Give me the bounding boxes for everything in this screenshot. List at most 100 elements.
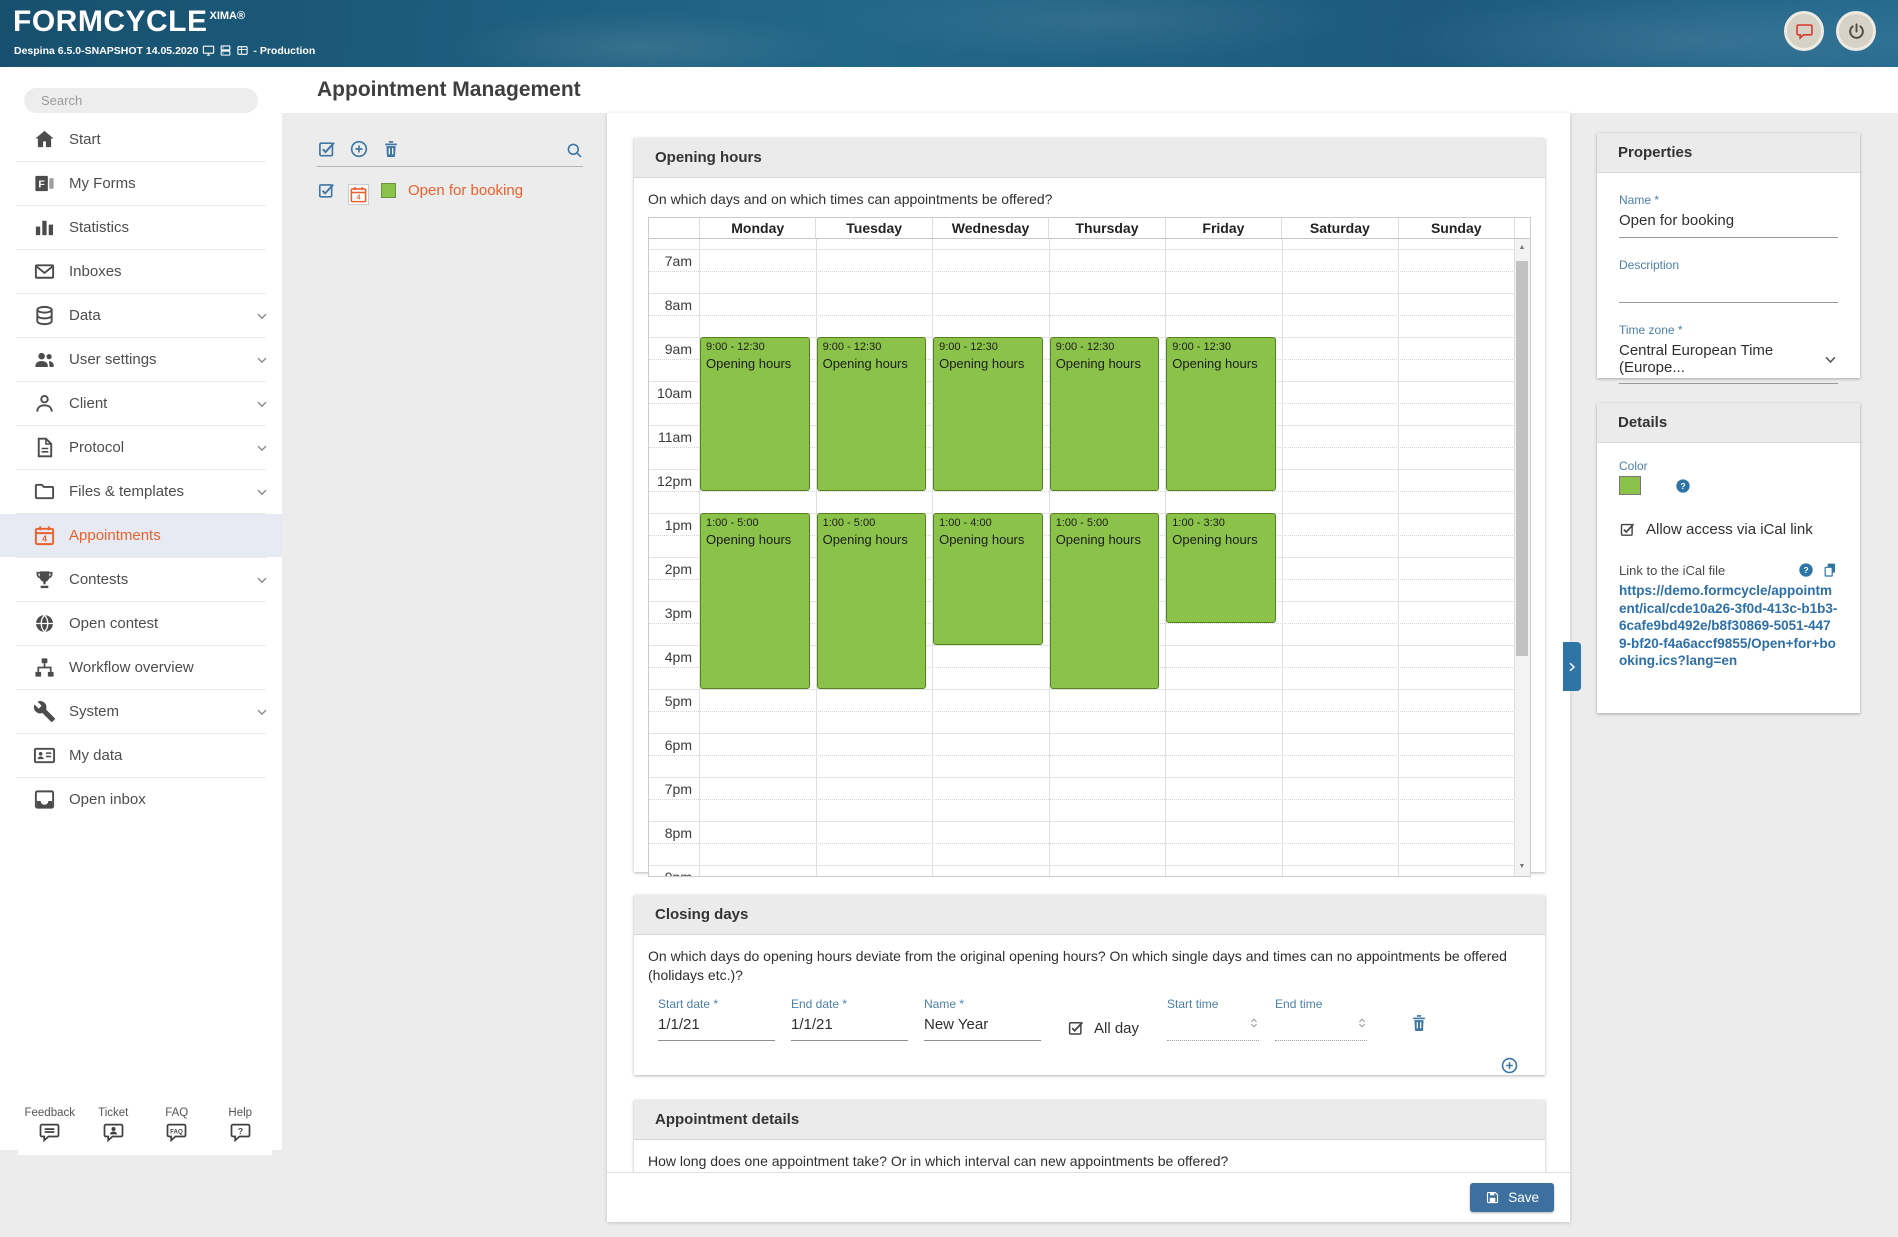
sidebar-item-workflow-overview[interactable]: Workflow overview xyxy=(0,646,282,689)
end-date-field[interactable]: End date * 1/1/21 xyxy=(791,997,908,1041)
sidebar-item-my-data[interactable]: My data xyxy=(0,734,282,777)
name-field[interactable]: Name * New Year xyxy=(924,997,1041,1041)
half-hour-line xyxy=(649,755,1515,756)
appointment-details-question: How long does one appointment take? Or i… xyxy=(648,1152,1531,1171)
calendar-event[interactable]: 9:00 - 12:30Opening hours xyxy=(817,337,927,491)
time-label: 11am xyxy=(649,429,692,445)
calendar-event[interactable]: 9:00 - 12:30Opening hours xyxy=(1050,337,1160,491)
sidebar-item-client[interactable]: Client xyxy=(0,382,282,425)
event-time: 9:00 - 12:30 xyxy=(706,340,804,355)
sidebar-item-appointments[interactable]: 4Appointments xyxy=(0,514,282,557)
spinner-icon[interactable] xyxy=(1247,1016,1261,1038)
scroll-down-button[interactable]: ▼ xyxy=(1515,860,1529,874)
ical-link[interactable]: https://demo.formcycle/appointment/ical/… xyxy=(1619,582,1838,670)
list-search-button[interactable] xyxy=(565,141,584,160)
footer-faq-button[interactable]: FAQFAQ xyxy=(145,1096,209,1155)
sidebar-item-label: My data xyxy=(69,747,122,764)
event-time: 1:00 - 5:00 xyxy=(1056,516,1154,531)
search-input[interactable] xyxy=(39,92,183,109)
select-all-button[interactable] xyxy=(317,139,337,159)
sidebar-footer: FeedbackTicketFAQFAQHelp? xyxy=(18,1096,272,1155)
expand-panel-tab[interactable] xyxy=(1563,642,1581,691)
end-time-input[interactable] xyxy=(1275,1016,1367,1041)
sidebar-item-files-templates[interactable]: Files & templates xyxy=(0,470,282,513)
version-text: Despina 6.5.0-SNAPSHOT 14.05.2020 xyxy=(14,45,198,57)
feedback-chat-button[interactable] xyxy=(1784,11,1824,51)
calendar-body[interactable]: 7am8am9am10am11am12pm1pm2pm3pm4pm5pm6pm7… xyxy=(649,239,1530,876)
calendar-event[interactable]: 1:00 - 5:00Opening hours xyxy=(817,513,927,689)
copy-link-icon[interactable] xyxy=(1822,562,1838,578)
scroll-up-button[interactable]: ▲ xyxy=(1515,241,1529,255)
start-date-input[interactable]: 1/1/21 xyxy=(658,1016,775,1041)
calendar-event[interactable]: 9:00 - 12:30Opening hours xyxy=(700,337,810,491)
appointment-list-item[interactable]: 4 Open for booking xyxy=(317,176,523,205)
color-swatch[interactable] xyxy=(1619,476,1641,495)
sidebar-item-start[interactable]: Start xyxy=(0,118,282,161)
start-date-field[interactable]: Start date * 1/1/21 xyxy=(658,997,775,1041)
sidebar-item-protocol[interactable]: Protocol xyxy=(0,426,282,469)
footer-ticket-button[interactable]: Ticket xyxy=(82,1096,146,1155)
details-panel: Details Color ? Allow access via iCal li… xyxy=(1597,403,1860,713)
ical-access-checkbox[interactable]: Allow access via iCal link xyxy=(1619,521,1838,538)
all-day-checkbox[interactable]: All day xyxy=(1067,1019,1139,1037)
sidebar-item-system[interactable]: System xyxy=(0,690,282,733)
scroll-thumb[interactable] xyxy=(1516,261,1528,656)
calendar-event[interactable]: 1:00 - 5:00Opening hours xyxy=(700,513,810,689)
link-help-icon[interactable]: ? xyxy=(1798,562,1814,578)
timezone-value: Central European Time (Europe... xyxy=(1619,342,1823,376)
end-date-input[interactable]: 1/1/21 xyxy=(791,1016,908,1041)
color-help-icon[interactable]: ? xyxy=(1675,478,1691,494)
start-time-field[interactable]: Start time xyxy=(1167,997,1259,1041)
monitor-icon xyxy=(202,44,215,57)
day-header-monday: Monday xyxy=(699,218,815,238)
sidebar-item-label: Contests xyxy=(69,571,128,588)
delete-list-button[interactable] xyxy=(381,139,401,159)
footer-help-button[interactable]: Help? xyxy=(209,1096,273,1155)
time-label: 9am xyxy=(649,341,692,357)
calendar-event[interactable]: 1:00 - 5:00Opening hours xyxy=(1050,513,1160,689)
footer-feedback-button[interactable]: Feedback xyxy=(18,1096,82,1155)
svg-text:4: 4 xyxy=(357,194,361,202)
event-label: Opening hours xyxy=(1056,355,1154,372)
timezone-property-field[interactable]: Time zone * Central European Time (Europ… xyxy=(1619,323,1838,384)
sidebar-item-my-forms[interactable]: FMy Forms xyxy=(0,162,282,205)
event-label: Opening hours xyxy=(706,355,804,372)
calendar-event[interactable]: 9:00 - 12:30Opening hours xyxy=(933,337,1043,491)
sidebar-search[interactable] xyxy=(24,88,258,113)
save-floppy-icon xyxy=(1485,1190,1500,1205)
calendar-scrollbar[interactable]: ▲▼ xyxy=(1514,239,1530,876)
delete-row-button[interactable] xyxy=(1409,1013,1429,1033)
svg-text:?: ? xyxy=(238,1126,243,1136)
item-checkbox-icon[interactable] xyxy=(317,181,336,200)
add-appointment-list-button[interactable] xyxy=(349,139,369,159)
calendar-event[interactable]: 9:00 - 12:30Opening hours xyxy=(1166,337,1276,491)
timezone-select[interactable]: Central European Time (Europe... xyxy=(1619,340,1838,384)
name-input[interactable]: New Year xyxy=(924,1016,1041,1041)
description-property-field[interactable]: Description xyxy=(1619,258,1838,303)
logout-button[interactable] xyxy=(1836,11,1876,51)
calendar-event[interactable]: 1:00 - 3:30Opening hours xyxy=(1166,513,1276,623)
description-property-input[interactable] xyxy=(1619,275,1838,303)
name-property-input[interactable]: Open for booking xyxy=(1619,210,1838,238)
sidebar-item-label: Files & templates xyxy=(69,483,184,500)
formcycle-logo: FORMCYCLEXIMA® xyxy=(13,5,245,39)
spinner-icon[interactable] xyxy=(1355,1016,1369,1038)
hour-line xyxy=(649,689,1515,690)
sidebar-item-inboxes[interactable]: Inboxes xyxy=(0,250,282,293)
sidebar-item-user-settings[interactable]: User settings xyxy=(0,338,282,381)
end-time-field[interactable]: End time xyxy=(1275,997,1367,1041)
sidebar-item-contests[interactable]: Contests xyxy=(0,558,282,601)
name-property-field[interactable]: Name * Open for booking xyxy=(1619,193,1838,238)
sidebar-item-open-inbox[interactable]: Open inbox xyxy=(0,778,282,821)
save-button[interactable]: Save xyxy=(1470,1183,1554,1212)
cards-scroll-area[interactable]: Opening hours On which days and on which… xyxy=(607,113,1570,1173)
start-time-input[interactable] xyxy=(1167,1016,1259,1041)
sidebar-item-open-contest[interactable]: Open contest xyxy=(0,602,282,645)
sidebar-item-statistics[interactable]: Statistics xyxy=(0,206,282,249)
time-label: 7pm xyxy=(649,781,692,797)
add-closing-day-button[interactable] xyxy=(1500,1056,1519,1075)
title-band: Appointment Management xyxy=(282,67,1898,113)
time-label: 10am xyxy=(649,385,692,401)
sidebar-item-data[interactable]: Data xyxy=(0,294,282,337)
calendar-event[interactable]: 1:00 - 4:00Opening hours xyxy=(933,513,1043,645)
